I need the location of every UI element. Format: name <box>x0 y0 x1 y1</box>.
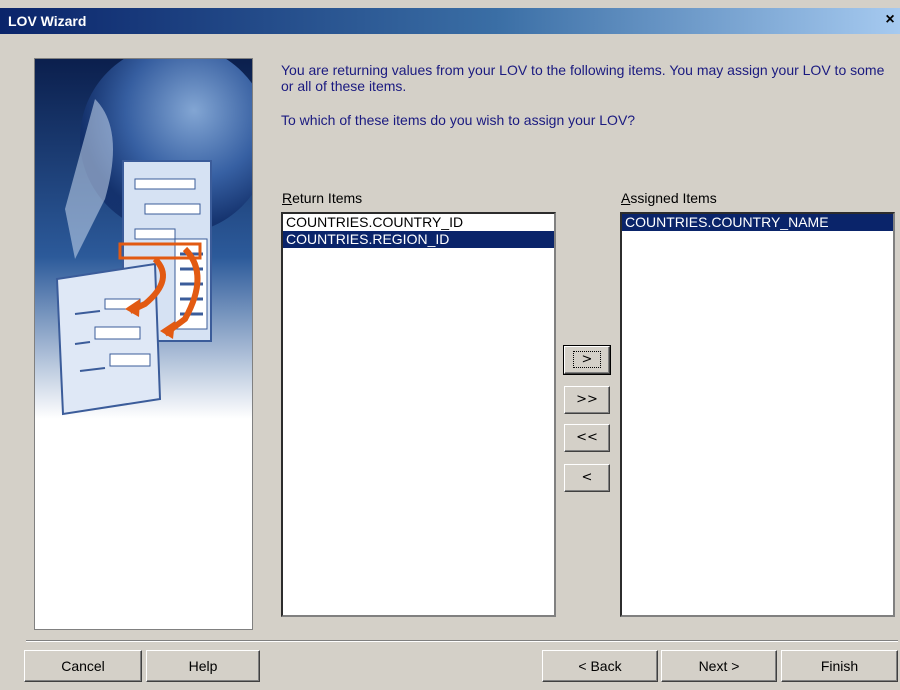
add-all-button[interactable]: >> <box>564 386 610 414</box>
title-bar: LOV Wizard × <box>0 8 900 34</box>
list-item-selected[interactable]: COUNTRIES.REGION_ID <box>283 231 554 248</box>
close-icon[interactable]: × <box>880 10 900 30</box>
return-items-label: Return Items <box>282 190 363 206</box>
window-title: LOV Wizard <box>8 13 87 29</box>
footer-separator <box>26 640 898 642</box>
instructions: You are returning values from your LOV t… <box>281 62 891 146</box>
instruction-text-1: You are returning values from your LOV t… <box>281 62 885 94</box>
next-button[interactable]: Next > <box>661 650 777 682</box>
wizard-illustration-icon <box>34 58 253 630</box>
assigned-items-list[interactable]: COUNTRIES.COUNTRY_NAME <box>620 212 895 617</box>
remove-item-button[interactable]: < <box>564 464 610 492</box>
add-item-button[interactable]: > <box>563 345 611 375</box>
assigned-items-label: Assigned Items <box>621 190 717 206</box>
remove-all-button[interactable]: << <box>564 424 610 452</box>
lov-wizard-window: LOV Wizard × You are returning values fr… <box>0 0 900 690</box>
list-item-selected[interactable]: COUNTRIES.COUNTRY_NAME <box>622 214 893 231</box>
help-button[interactable]: Help <box>146 650 260 682</box>
cancel-button[interactable]: Cancel <box>24 650 142 682</box>
return-items-list[interactable]: COUNTRIES.COUNTRY_ID COUNTRIES.REGION_ID <box>281 212 556 617</box>
instruction-text-2: To which of these items do you wish to a… <box>281 112 636 128</box>
list-item[interactable]: COUNTRIES.COUNTRY_ID <box>283 214 554 231</box>
finish-button[interactable]: Finish <box>781 650 898 682</box>
back-button[interactable]: < Back <box>542 650 658 682</box>
